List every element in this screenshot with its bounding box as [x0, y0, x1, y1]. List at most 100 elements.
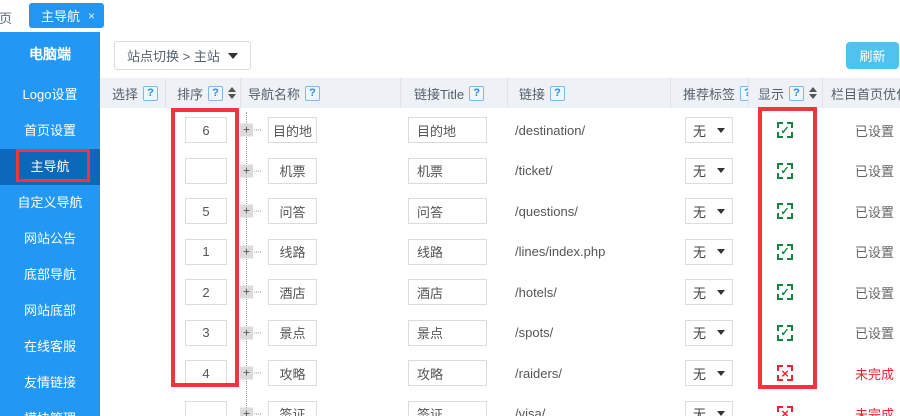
- column-header-link-title: 链接Title ?: [400, 78, 507, 108]
- link-title-input[interactable]: [408, 320, 487, 346]
- tag-select-value: 无: [693, 242, 706, 261]
- visible-cell: ×: [748, 406, 822, 416]
- visible-checkbox[interactable]: ×: [777, 365, 793, 381]
- sort-arrows-icon[interactable]: [809, 87, 817, 99]
- nav-name-input[interactable]: [268, 239, 317, 265]
- sort-cell: [165, 320, 240, 346]
- sidebar-item-底部导航[interactable]: 底部导航: [0, 257, 100, 293]
- link-title-cell: [400, 239, 507, 265]
- link-url: /hotels/: [507, 285, 670, 300]
- tree-expand-icon[interactable]: +: [240, 245, 253, 258]
- visible-cell: ×: [748, 365, 822, 381]
- nav-name-input[interactable]: [268, 320, 317, 346]
- tab-home[interactable]: 主页: [0, 8, 12, 27]
- sort-cell: [165, 117, 240, 143]
- tag-select[interactable]: 无: [685, 279, 733, 305]
- link-title-input[interactable]: [408, 279, 487, 305]
- tag-select[interactable]: 无: [685, 198, 733, 224]
- sort-order-input[interactable]: [185, 198, 227, 224]
- table-row: + /hotels/ 无 ✓ 已设置: [100, 272, 900, 313]
- link-title-input[interactable]: [408, 360, 487, 386]
- sidebar-item-主导航[interactable]: 主导航: [0, 149, 100, 185]
- link-title-input[interactable]: [408, 198, 487, 224]
- help-icon[interactable]: ?: [789, 86, 804, 101]
- sidebar-item-首页设置[interactable]: 首页设置: [0, 113, 100, 149]
- tree-expand-icon[interactable]: +: [240, 205, 253, 218]
- site-switch-dropdown[interactable]: 站点切换 > 主站: [114, 41, 251, 70]
- tree-expand-icon[interactable]: +: [240, 164, 253, 177]
- visible-checkbox[interactable]: ×: [777, 406, 793, 416]
- help-icon[interactable]: ?: [740, 86, 748, 101]
- tree-expand-icon[interactable]: +: [240, 286, 253, 299]
- help-icon[interactable]: ?: [305, 86, 320, 101]
- tree-expand-icon[interactable]: +: [240, 407, 253, 416]
- visible-cell: ✓: [748, 284, 822, 300]
- link-title-input[interactable]: [408, 158, 487, 184]
- nav-name-input[interactable]: [268, 279, 317, 305]
- tree-expand-icon[interactable]: +: [240, 326, 253, 339]
- sidebar-section-header: 电脑端: [0, 32, 100, 77]
- help-icon[interactable]: ?: [208, 86, 223, 101]
- tag-select[interactable]: 无: [685, 320, 733, 346]
- sort-cell: [165, 401, 240, 416]
- tag-select[interactable]: 无: [685, 158, 733, 184]
- tag-select-value: 无: [693, 404, 706, 416]
- chevron-down-icon: [717, 168, 725, 173]
- chevron-down-icon: [717, 209, 725, 214]
- sort-order-input[interactable]: [185, 279, 227, 305]
- visible-checkbox[interactable]: ✓: [777, 325, 793, 341]
- tag-select[interactable]: 无: [685, 117, 733, 143]
- table-row: + /lines/index.php 无 ✓ 已设置: [100, 232, 900, 273]
- table-row: + /raiders/ 无 × 未完成: [100, 353, 900, 394]
- sort-order-input[interactable]: [185, 320, 227, 346]
- sort-order-input[interactable]: [185, 117, 227, 143]
- visible-checkbox[interactable]: ✓: [777, 284, 793, 300]
- visible-checkbox[interactable]: ✓: [777, 122, 793, 138]
- help-icon[interactable]: ?: [143, 86, 158, 101]
- link-title-input[interactable]: [408, 401, 487, 416]
- visible-checkbox[interactable]: ✓: [777, 163, 793, 179]
- sidebar-item-模块管理[interactable]: 模块管理: [0, 401, 100, 416]
- nav-name-input[interactable]: [268, 158, 317, 184]
- nav-name-input[interactable]: [268, 198, 317, 224]
- sort-order-input[interactable]: [185, 158, 227, 184]
- visible-checkbox[interactable]: ✓: [777, 244, 793, 260]
- column-header-tag: 推荐标签 ?: [670, 78, 748, 108]
- sort-order-input[interactable]: [185, 239, 227, 265]
- link-title-cell: [400, 158, 507, 184]
- refresh-button[interactable]: 刷新: [846, 42, 899, 69]
- link-title-input[interactable]: [408, 117, 487, 143]
- tag-select-value: 无: [693, 202, 706, 221]
- table-body: + /destination/ 无 ✓ 已设置 + /ticket/: [100, 110, 900, 416]
- tree-expand-icon[interactable]: +: [240, 367, 253, 380]
- sidebar-item-在线客服[interactable]: 在线客服: [0, 329, 100, 365]
- tab-main-nav[interactable]: 主导航 ×: [29, 3, 104, 28]
- column-header-link: 链接 ?: [507, 78, 670, 108]
- sidebar-item-自定义导航[interactable]: 自定义导航: [0, 185, 100, 221]
- tag-select[interactable]: 无: [685, 239, 733, 265]
- nav-name-input[interactable]: [268, 360, 317, 386]
- status-text: 未完成: [822, 404, 900, 416]
- column-header-visible: 显示 ?: [748, 78, 822, 108]
- nav-name-input[interactable]: [268, 117, 317, 143]
- chevron-down-icon: [717, 128, 725, 133]
- tag-select[interactable]: 无: [685, 360, 733, 386]
- nav-name-input[interactable]: [268, 401, 317, 416]
- tree-expand-icon[interactable]: +: [240, 124, 253, 137]
- column-header-sort: 排序 ?: [165, 78, 240, 108]
- link-url: /raiders/: [507, 366, 670, 381]
- sidebar-item-友情链接[interactable]: 友情链接: [0, 365, 100, 401]
- help-icon[interactable]: ?: [550, 86, 565, 101]
- tag-select[interactable]: 无: [685, 401, 733, 416]
- sort-order-input[interactable]: [185, 401, 227, 416]
- sidebar-item-网站底部[interactable]: 网站底部: [0, 293, 100, 329]
- chevron-down-icon: [717, 330, 725, 335]
- sort-arrows-icon[interactable]: [228, 87, 236, 99]
- sort-order-input[interactable]: [185, 360, 227, 386]
- sidebar-item-网站公告[interactable]: 网站公告: [0, 221, 100, 257]
- visible-checkbox[interactable]: ✓: [777, 203, 793, 219]
- sidebar-item-Logo设置[interactable]: Logo设置: [0, 77, 100, 113]
- close-icon[interactable]: ×: [88, 10, 95, 22]
- help-icon[interactable]: ?: [469, 86, 484, 101]
- link-title-input[interactable]: [408, 239, 487, 265]
